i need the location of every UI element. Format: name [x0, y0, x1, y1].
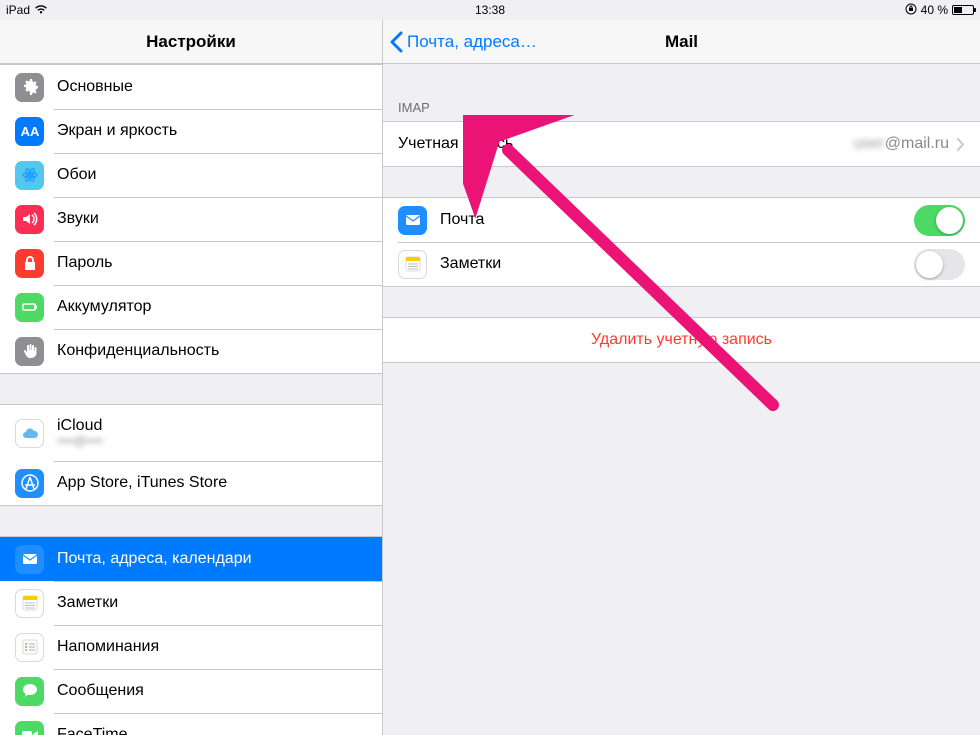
toggle-mail-toggle[interactable]	[914, 205, 965, 236]
sidebar-title: Настройки	[146, 32, 236, 52]
sidebar-item-label: Аккумулятор	[57, 298, 151, 316]
sidebar-item-appstore[interactable]: App Store, iTunes Store	[0, 461, 382, 505]
sidebar-item-label: iCloud	[57, 417, 103, 435]
appstore-icon	[15, 469, 44, 498]
flower-icon	[15, 161, 44, 190]
device-name: iPad	[6, 3, 30, 17]
sidebar-item-label: Конфиденциальность	[57, 342, 219, 360]
video-icon	[15, 721, 44, 735]
delete-account-button[interactable]: Удалить учетную запись	[383, 318, 980, 362]
section-header-imap: IMAP	[383, 94, 980, 121]
sidebar-item-label: App Store, iTunes Store	[57, 474, 227, 492]
account-value: user@mail.ru	[854, 135, 949, 153]
detail-pane: Почта, адреса… Mail IMAP Учетная запись …	[383, 20, 980, 735]
delete-group: Удалить учетную запись	[383, 317, 980, 363]
account-label: Учетная запись	[398, 135, 513, 153]
orientation-lock-icon	[905, 3, 917, 18]
sidebar-item-label: Обои	[57, 166, 96, 184]
back-button[interactable]: Почта, адреса…	[389, 20, 537, 63]
sidebar-item-reminders[interactable]: Напоминания	[0, 625, 382, 669]
mail-icon	[15, 545, 44, 574]
sidebar-item-label: Экран и яркость	[57, 122, 177, 140]
sidebar-item-general[interactable]: Основные	[0, 65, 382, 109]
sidebar-item-messages[interactable]: Сообщения	[0, 669, 382, 713]
wifi-icon	[34, 3, 48, 17]
sidebar-item-passcode[interactable]: Пароль	[0, 241, 382, 285]
battery-icon	[15, 293, 44, 322]
sidebar-item-display[interactable]: AA Экран и яркость	[0, 109, 382, 153]
notes-icon	[398, 250, 427, 279]
sidebar-item-label: Сообщения	[57, 682, 144, 700]
sidebar-item-label: Основные	[57, 78, 133, 96]
account-row[interactable]: Учетная запись user@mail.ru	[383, 122, 980, 166]
toggle-notes-toggle[interactable]	[914, 249, 965, 280]
sidebar-item-label: Почта, адреса, календари	[57, 550, 252, 568]
battery-text: 40 %	[921, 3, 948, 17]
cloud-icon	[15, 419, 44, 448]
service-label: Заметки	[440, 255, 501, 273]
sidebar-item-label: Заметки	[57, 594, 118, 612]
settings-sidebar: Настройки Основные AA Экран и яркость Обои З…	[0, 20, 383, 735]
sidebar-item-label: Пароль	[57, 254, 113, 272]
service-label: Почта	[440, 211, 484, 229]
lock-icon	[15, 249, 44, 278]
mail-icon	[398, 206, 427, 235]
sidebar-item-notes[interactable]: Заметки	[0, 581, 382, 625]
sidebar-item-mail[interactable]: Почта, адреса, календари	[0, 537, 382, 581]
service-row-mail-toggle: Почта	[383, 198, 980, 242]
speaker-icon	[15, 205, 44, 234]
gear-icon	[15, 73, 44, 102]
delete-label: Удалить учетную запись	[591, 331, 772, 349]
sidebar-item-sub: ••••@••••	[57, 435, 103, 448]
status-bar: iPad 13:38 40 %	[0, 0, 980, 20]
sidebar-item-facetime[interactable]: FaceTime	[0, 713, 382, 735]
sidebar-item-wallpaper[interactable]: Обои	[0, 153, 382, 197]
svg-text:AA: AA	[20, 124, 39, 139]
detail-title: Mail	[665, 32, 698, 52]
sidebar-navbar: Настройки	[0, 20, 382, 64]
notes-icon	[15, 589, 44, 618]
clock: 13:38	[475, 3, 505, 17]
sidebar-item-label: Напоминания	[57, 638, 159, 656]
chevron-right-icon	[957, 138, 965, 151]
bubble-icon	[15, 677, 44, 706]
service-row-notes-toggle: Заметки	[383, 242, 980, 286]
battery-icon	[952, 5, 974, 15]
sidebar-item-label: Звуки	[57, 210, 99, 228]
reminders-icon	[15, 633, 44, 662]
aa-icon: AA	[15, 117, 44, 146]
detail-navbar: Почта, адреса… Mail	[383, 20, 980, 64]
sidebar-item-privacy[interactable]: Конфиденциальность	[0, 329, 382, 373]
sidebar-item-battery[interactable]: Аккумулятор	[0, 285, 382, 329]
account-group: Учетная запись user@mail.ru	[383, 121, 980, 167]
hand-icon	[15, 337, 44, 366]
sidebar-item-label: FaceTime	[57, 726, 128, 735]
back-label: Почта, адреса…	[407, 32, 537, 52]
services-group: Почта Заметки	[383, 197, 980, 287]
sidebar-item-icloud[interactable]: iCloud••••@••••	[0, 405, 382, 461]
sidebar-item-sounds[interactable]: Звуки	[0, 197, 382, 241]
